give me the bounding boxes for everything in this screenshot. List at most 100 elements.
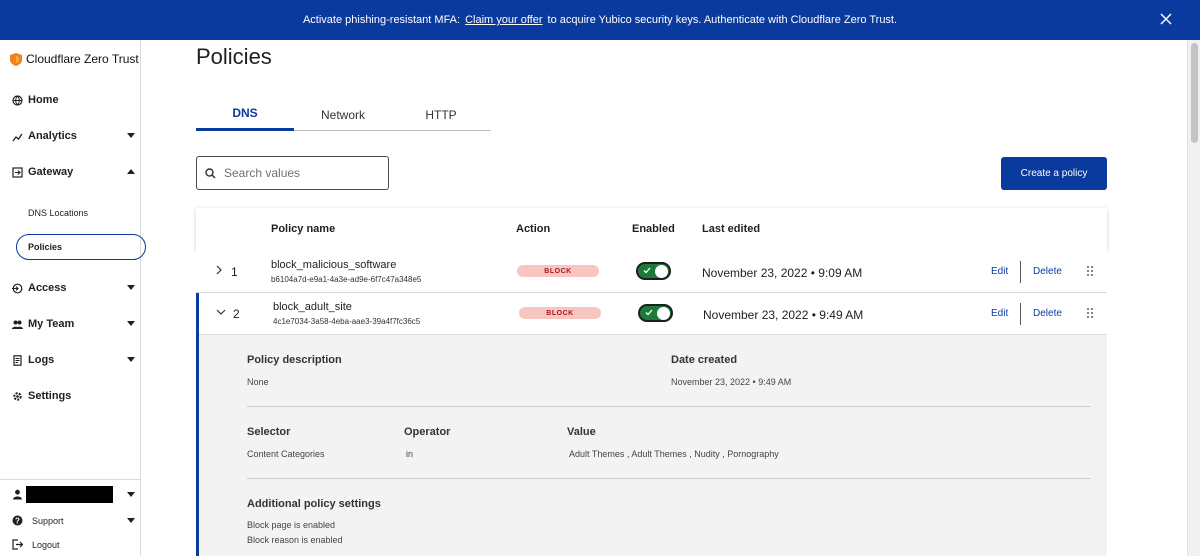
operator-label: Operator	[404, 426, 451, 438]
chevron-down-icon[interactable]	[127, 518, 135, 523]
toggle-knob	[655, 265, 668, 278]
block-reason-setting: Block reason is enabled	[247, 535, 343, 545]
tab-http[interactable]: HTTP	[392, 98, 490, 131]
tab-network[interactable]: Network	[294, 98, 392, 131]
banner-text-before: Activate phishing-resistant MFA:	[302, 14, 461, 26]
action-divider	[1020, 261, 1021, 283]
user-icon	[12, 489, 23, 500]
team-icon	[12, 319, 23, 330]
access-icon	[12, 283, 23, 294]
search-icon	[205, 167, 216, 179]
sidebar-item-label: Analytics	[28, 130, 77, 142]
chevron-down-icon[interactable]	[216, 307, 226, 317]
details-divider	[247, 406, 1091, 407]
svg-text:?: ?	[15, 516, 20, 525]
sidebar-item-gateway[interactable]: Gateway	[12, 166, 135, 178]
enabled-toggle[interactable]	[638, 304, 673, 322]
delete-link[interactable]: Delete	[1033, 266, 1062, 277]
toggle-knob	[657, 307, 670, 320]
sidebar-item-home[interactable]: Home	[12, 94, 132, 106]
chevron-up-icon[interactable]	[127, 169, 135, 174]
policy-id: 4c1e7034-3a58-4eba-aae3-39a4f7fc36c5	[273, 317, 421, 326]
sidebar-subitem-policies[interactable]: Policies	[16, 234, 146, 260]
sidebar: Cloudflare Zero Trust Home Analytics Gat…	[0, 40, 146, 556]
drag-handle-icon[interactable]	[1086, 265, 1094, 277]
sidebar-item-label: Logs	[28, 354, 55, 366]
banner-text-after: to acquire Yubico security keys. Authent…	[547, 14, 898, 26]
policy-name: block_malicious_software	[271, 259, 397, 271]
chevron-down-icon[interactable]	[127, 492, 135, 497]
drag-handle-icon[interactable]	[1086, 307, 1094, 319]
enabled-toggle[interactable]	[636, 262, 671, 280]
row-number: 2	[233, 307, 240, 321]
scrollbar-thumb[interactable]	[1191, 43, 1198, 143]
value-label: Value	[567, 426, 596, 438]
gateway-icon	[12, 166, 23, 178]
chart-line-icon	[12, 131, 23, 142]
chevron-down-icon[interactable]	[127, 285, 135, 290]
row-number: 1	[231, 265, 238, 279]
table-header: Policy name Action Enabled Last edited	[196, 208, 1107, 251]
selector-value: Content Categories	[247, 449, 325, 459]
chevron-down-icon[interactable]	[127, 321, 135, 326]
sidebar-item-access[interactable]: Access	[12, 282, 135, 294]
column-header-policy-name: Policy name	[271, 223, 336, 235]
date-created-value: November 23, 2022 • 9:49 AM	[671, 377, 792, 387]
tab-dns[interactable]: DNS	[196, 98, 294, 131]
brand-name: Cloudflare Zero Trust	[26, 52, 139, 66]
delete-link[interactable]: Delete	[1033, 308, 1062, 319]
sidebar-item-analytics[interactable]: Analytics	[12, 130, 135, 142]
sidebar-item-settings[interactable]: Settings	[12, 390, 132, 402]
globe-icon	[12, 94, 23, 106]
sidebar-item-logs[interactable]: Logs	[12, 354, 135, 366]
column-header-last-edited: Last edited	[702, 223, 761, 235]
page-scrollbar[interactable]	[1187, 40, 1200, 556]
sidebar-subitem-dns-locations[interactable]: DNS Locations	[28, 208, 88, 218]
date-created-label: Date created	[671, 354, 738, 366]
sidebar-item-label: Gateway	[28, 166, 74, 178]
sidebar-item-support[interactable]: ? Support	[12, 515, 135, 526]
chevron-right-icon[interactable]	[214, 265, 224, 275]
help-icon: ?	[12, 515, 23, 526]
block-page-setting: Block page is enabled	[247, 520, 336, 530]
logout-icon	[12, 539, 23, 550]
sidebar-item-my-team[interactable]: My Team	[12, 318, 135, 330]
table-row[interactable]: 2 block_adult_site 4c1e7034-3a58-4eba-aa…	[199, 293, 1107, 335]
edit-link[interactable]: Edit	[991, 266, 1008, 277]
edit-link[interactable]: Edit	[991, 308, 1008, 319]
promo-banner: Activate phishing-resistant MFA: Claim y…	[0, 0, 1200, 40]
claim-offer-link[interactable]: Claim your offer	[465, 14, 542, 26]
policy-id: b6104a7d-e9a1-4a3e-ad9e-6f7c47a348e5	[271, 275, 422, 284]
table-row[interactable]: 1 block_malicious_software b6104a7d-e9a1…	[196, 251, 1107, 293]
document-icon	[12, 354, 23, 366]
close-icon[interactable]	[1158, 11, 1174, 27]
column-header-enabled: Enabled	[632, 223, 675, 235]
selector-label: Selector	[247, 426, 291, 438]
create-policy-button[interactable]: Create a policy	[1001, 157, 1107, 190]
column-header-action: Action	[516, 223, 551, 235]
search-box	[196, 156, 389, 190]
operator-value: in	[406, 449, 414, 459]
brand[interactable]: Cloudflare Zero Trust	[10, 52, 139, 66]
policy-name: block_adult_site	[273, 301, 352, 313]
sidebar-item-logout[interactable]: Logout	[12, 539, 132, 550]
chevron-down-icon[interactable]	[127, 133, 135, 138]
policy-tabs: DNS Network HTTP	[196, 98, 491, 131]
chevron-down-icon[interactable]	[127, 357, 135, 362]
policy-description-label: Policy description	[247, 354, 342, 366]
details-divider	[247, 478, 1091, 479]
sidebar-item-label: Logout	[32, 539, 60, 550]
action-badge: BLOCK	[517, 265, 599, 277]
gear-icon	[12, 391, 23, 402]
check-icon	[643, 267, 651, 274]
search-input[interactable]	[224, 166, 374, 180]
policy-description-value: None	[247, 377, 269, 387]
redacted-username	[26, 486, 113, 503]
check-icon	[645, 309, 653, 316]
sidebar-item-label: My Team	[28, 318, 75, 330]
sidebar-item-label: Support	[32, 515, 64, 526]
action-badge: BLOCK	[519, 307, 601, 319]
sidebar-item-label: Settings	[28, 390, 72, 402]
sidebar-item-label: Home	[28, 94, 59, 106]
cloudflare-shield-icon	[10, 52, 22, 66]
